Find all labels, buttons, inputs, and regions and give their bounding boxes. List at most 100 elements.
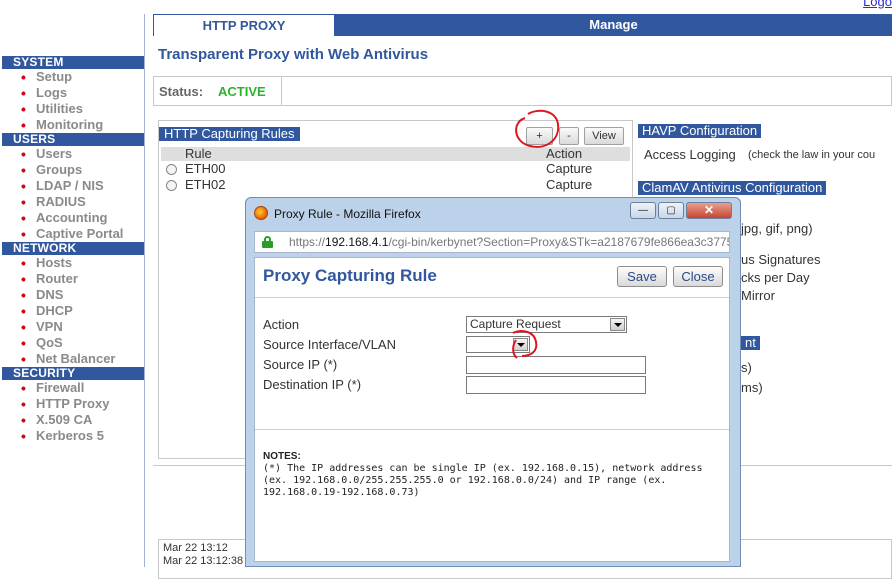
sidebar-item[interactable]: • Logs (0, 85, 144, 101)
window-close-button[interactable]: ✕ (686, 202, 732, 219)
sidebar-item[interactable]: • Users (0, 146, 144, 162)
top-strip (0, 0, 892, 9)
action-select-value: Capture Request (470, 317, 561, 331)
tab-bar: HTTP PROXY Manage (153, 14, 892, 36)
config-text: jpg, gif, png) (741, 221, 813, 236)
rules-table-header: Rule Action (161, 147, 630, 161)
sidebar-item[interactable]: • X.509 CA (0, 412, 144, 428)
sidebar-item-label: Groups (36, 162, 83, 177)
sidebar-item-label: Router (36, 271, 78, 286)
status-box: Status: ACTIVE (153, 76, 892, 106)
bullet-icon: • (21, 162, 26, 178)
sidebar-item-label: DHCP (36, 303, 73, 318)
firefox-icon (254, 206, 268, 220)
sidebar-item-label: Users (36, 146, 73, 161)
chevron-down-icon[interactable] (610, 318, 625, 331)
bullet-icon: • (21, 210, 26, 226)
window-title: Proxy Rule - Mozilla Firefox (274, 207, 421, 221)
sidebar-item-label: Firewall (36, 380, 85, 395)
view-rule-button[interactable]: View (584, 127, 624, 145)
capturing-rules-heading: HTTP Capturing Rules (159, 127, 300, 141)
destination-ip-label: Destination IP (*) (263, 377, 362, 392)
logout-link[interactable]: Logo (863, 0, 892, 9)
source-ip-field[interactable] (466, 356, 646, 374)
sidebar-item[interactable]: • Firewall (0, 380, 144, 396)
add-rule-button[interactable]: + (526, 127, 553, 145)
config-text: cks per Day (741, 270, 810, 285)
config-text: s) (741, 360, 752, 375)
sidebar-item[interactable]: • Kerberos 5 (0, 428, 144, 444)
table-row[interactable]: ETH00 Capture (161, 161, 630, 177)
config-text: us Signatures (741, 252, 821, 267)
sidebar-item[interactable]: • Net Balancer (0, 351, 144, 367)
sidebar-item[interactable]: • RADIUS (0, 194, 144, 210)
access-logging-label: Access Logging (644, 147, 736, 162)
tab-manage[interactable]: Manage (335, 14, 892, 36)
sidebar-item[interactable]: • Captive Portal (0, 226, 144, 242)
sidebar-item-label: HTTP Proxy (36, 396, 110, 411)
source-ip-label: Source IP (*) (263, 357, 338, 372)
bullet-icon: • (21, 287, 26, 303)
sidebar-item-label: DNS (36, 287, 64, 302)
url-path: /cgi-bin/kerbynet?Section=Proxy&STk=a218… (388, 235, 730, 249)
sidebar-item-label: LDAP / NIS (36, 178, 104, 193)
source-interface-label: Source Interface/VLAN (263, 337, 396, 352)
sidebar-item-label: Monitoring (36, 117, 104, 132)
sidebar-item[interactable]: • Setup (0, 69, 144, 85)
sidebar-menu: SYSTEM • Setup • Logs • Utilities • Monitoring US… (0, 56, 144, 444)
access-logging-note: (check the law in your cou (748, 149, 876, 161)
sidebar-item-label: Setup (36, 69, 73, 84)
destination-ip-field[interactable] (466, 376, 646, 394)
sidebar-item[interactable]: • VPN (0, 319, 144, 335)
bullet-icon: • (21, 85, 26, 101)
rule-radio[interactable] (166, 180, 177, 191)
rule-action: Capture (546, 161, 593, 176)
column-rule: Rule (185, 146, 212, 161)
bullet-icon: • (21, 146, 26, 162)
save-button[interactable]: Save (617, 266, 667, 287)
bullet-icon: • (21, 303, 26, 319)
sidebar-item[interactable]: • HTTP Proxy (0, 396, 144, 412)
sidebar-section-network: NETWORK (2, 242, 144, 255)
sidebar-item-label: X.509 CA (36, 412, 93, 427)
sidebar-item-label: Hosts (36, 255, 73, 270)
sidebar-item[interactable]: • Utilities (0, 101, 144, 117)
chevron-down-icon[interactable] (513, 338, 528, 351)
header-divider (255, 297, 729, 298)
bullet-icon: • (21, 351, 26, 367)
popup-content: Proxy Capturing Rule Save Close Action C… (254, 257, 730, 562)
havp-heading: HAVP Configuration (638, 124, 762, 138)
sidebar-item[interactable]: • LDAP / NIS (0, 178, 144, 194)
sidebar-item[interactable]: • Router (0, 271, 144, 287)
action-select[interactable]: Capture Request (466, 316, 627, 333)
sidebar: SYSTEM • Setup • Logs • Utilities • Monitoring US… (0, 14, 145, 567)
sidebar-item[interactable]: • DNS (0, 287, 144, 303)
url-text: https://192.168.4.1/cgi-bin/kerbynet?Sec… (289, 232, 730, 252)
sidebar-item[interactable]: • Hosts (0, 255, 144, 271)
notes: NOTES: (*) The IP addresses can be singl… (263, 451, 723, 499)
table-row[interactable]: ETH02 Capture (161, 177, 630, 193)
sidebar-item[interactable]: • Monitoring (0, 117, 144, 133)
maximize-button[interactable]: ▢ (658, 202, 684, 219)
tab-http-proxy[interactable]: HTTP PROXY (153, 14, 335, 36)
sidebar-item[interactable]: • Accounting (0, 210, 144, 226)
sidebar-item[interactable]: • Groups (0, 162, 144, 178)
source-interface-select[interactable] (466, 336, 530, 353)
bullet-icon: • (21, 194, 26, 210)
close-button[interactable]: Close (673, 266, 723, 287)
form-divider (255, 429, 729, 430)
sidebar-item[interactable]: • QoS (0, 335, 144, 351)
rule-radio[interactable] (166, 164, 177, 175)
rule-action: Capture (546, 177, 593, 192)
sidebar-item[interactable]: • DHCP (0, 303, 144, 319)
url-bar[interactable]: https://192.168.4.1/cgi-bin/kerbynet?Sec… (254, 231, 730, 253)
bullet-icon: • (21, 428, 26, 444)
sidebar-item-label: QoS (36, 335, 63, 350)
minimize-button[interactable]: — (630, 202, 656, 219)
bullet-icon: • (21, 117, 26, 133)
rule-name: ETH02 (185, 177, 226, 192)
config-heading: nt (741, 336, 760, 350)
remove-rule-button[interactable]: - (559, 127, 579, 145)
sidebar-item-label: Kerberos 5 (36, 428, 104, 443)
